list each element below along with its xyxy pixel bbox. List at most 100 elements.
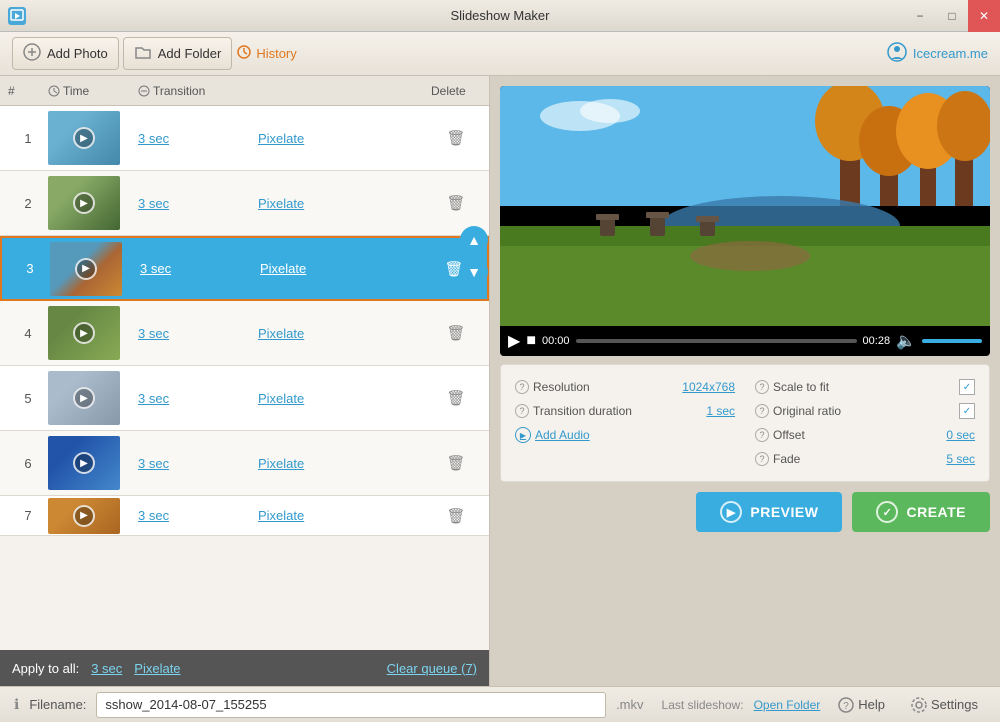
add-photo-button[interactable]: Add Photo <box>12 37 119 70</box>
time-link[interactable]: 3 sec <box>138 456 258 471</box>
clear-queue-button[interactable]: Clear queue (7) <box>387 661 477 676</box>
slide-row[interactable]: 4 ▶ 3 sec Pixelate 🗑 <box>0 301 489 366</box>
slide-thumbnail[interactable]: ▶ <box>48 371 120 425</box>
scroll-up-button[interactable]: ▲ <box>460 226 488 254</box>
app-icon <box>8 7 26 25</box>
delete-button[interactable]: 🗑 <box>431 507 481 525</box>
play-button[interactable]: ▶ <box>508 331 520 351</box>
apply-all-time[interactable]: 3 sec <box>91 661 122 676</box>
delete-button[interactable]: 🗑 <box>431 194 481 212</box>
offset-value[interactable]: 0 sec <box>946 428 975 442</box>
time-link[interactable]: 3 sec <box>138 391 258 406</box>
scale-to-fit-checkbox[interactable]: ✓ <box>959 379 975 395</box>
preview-button[interactable]: ▶ PREVIEW <box>696 492 842 532</box>
transition-link[interactable]: Pixelate <box>258 196 431 211</box>
volume-bar[interactable] <box>922 339 982 343</box>
history-icon <box>236 44 252 63</box>
offset-help-icon[interactable]: ? <box>755 428 769 442</box>
stop-button[interactable]: ■ <box>526 332 536 350</box>
settings-label: Settings <box>931 697 978 712</box>
slide-row[interactable]: 2 ▶ 3 sec Pixelate 🗑 <box>0 171 489 236</box>
minimize-button[interactable]: − <box>904 0 936 32</box>
slide-list-body[interactable]: 1 ▶ 3 sec Pixelate 🗑 2 ▶ 3 sec Pixelate … <box>0 106 489 650</box>
slide-thumbnail[interactable]: ▶ <box>48 498 120 534</box>
help-button[interactable]: ? Help <box>830 694 893 716</box>
slide-row[interactable]: 5 ▶ 3 sec Pixelate 🗑 <box>0 366 489 431</box>
video-preview: ▶ ■ 00:00 00:28 🔈 <box>500 86 990 356</box>
transition-link[interactable]: Pixelate <box>258 456 431 471</box>
play-icon: ▶ <box>73 387 95 409</box>
slide-num: 6 <box>8 456 48 471</box>
original-ratio-setting: ? Original ratio ✓ <box>755 399 975 423</box>
transition-link[interactable]: Pixelate <box>260 261 429 276</box>
progress-bar[interactable] <box>576 339 857 343</box>
slide-thumbnail[interactable]: ▶ <box>50 242 122 296</box>
close-button[interactable]: ✕ <box>968 0 1000 32</box>
slide-thumbnail[interactable]: ▶ <box>48 176 120 230</box>
window-controls: − □ ✕ <box>904 0 1000 32</box>
transition-duration-help-icon[interactable]: ? <box>515 404 529 418</box>
fade-help-icon[interactable]: ? <box>755 452 769 466</box>
transition-link[interactable]: Pixelate <box>258 326 431 341</box>
resolution-label: Resolution <box>533 380 590 394</box>
transition-duration-value[interactable]: 1 sec <box>706 404 735 418</box>
apply-all-transition[interactable]: Pixelate <box>134 661 180 676</box>
resolution-setting: ? Resolution 1024x768 <box>515 375 735 399</box>
time-link[interactable]: 3 sec <box>138 131 258 146</box>
volume-button[interactable]: 🔈 <box>896 331 916 351</box>
time-link[interactable]: 3 sec <box>138 196 258 211</box>
resolution-value[interactable]: 1024x768 <box>682 380 735 394</box>
add-folder-label: Add Folder <box>158 46 222 61</box>
slide-thumbnail[interactable]: ▶ <box>48 436 120 490</box>
play-icon: ▶ <box>73 505 95 527</box>
toolbar: Add Photo Add Folder History Icecream.me <box>0 32 1000 76</box>
add-audio-setting: ▶ Add Audio <box>515 423 735 447</box>
slide-row-selected[interactable]: 3 ▶ 3 sec Pixelate 🗑 <box>0 236 489 301</box>
original-ratio-help-icon[interactable]: ? <box>755 404 769 418</box>
slide-thumbnail[interactable]: ▶ <box>48 306 120 360</box>
preview-label: PREVIEW <box>750 504 818 520</box>
scroll-down-button[interactable]: ▼ <box>460 258 488 286</box>
original-ratio-label: Original ratio <box>773 404 841 418</box>
fade-value[interactable]: 5 sec <box>946 452 975 466</box>
add-folder-button[interactable]: Add Folder <box>123 37 233 70</box>
total-time: 00:28 <box>863 335 891 347</box>
settings-panel: ? Resolution 1024x768 ? Transition durat… <box>500 364 990 482</box>
slide-row[interactable]: 1 ▶ 3 sec Pixelate 🗑 <box>0 106 489 171</box>
time-link[interactable]: 3 sec <box>138 326 258 341</box>
offset-setting: ? Offset 0 sec <box>755 423 975 447</box>
history-button[interactable]: History <box>236 44 296 63</box>
delete-button[interactable]: 🗑 <box>431 324 481 342</box>
scroll-arrows: ▲ ▼ <box>460 226 488 286</box>
create-label: CREATE <box>906 504 966 520</box>
delete-button[interactable]: 🗑 <box>431 129 481 147</box>
transition-link[interactable]: Pixelate <box>258 131 431 146</box>
col-delete: Delete <box>431 84 481 98</box>
scale-label: Scale to fit <box>773 380 829 394</box>
time-link[interactable]: 3 sec <box>140 261 260 276</box>
slide-row[interactable]: 6 ▶ 3 sec Pixelate 🗑 <box>0 431 489 496</box>
original-ratio-checkbox[interactable]: ✓ <box>959 403 975 419</box>
icecream-label: Icecream.me <box>913 46 988 61</box>
scale-help-icon[interactable]: ? <box>755 380 769 394</box>
create-button[interactable]: ✓ CREATE <box>852 492 990 532</box>
icecream-button[interactable]: Icecream.me <box>887 42 988 65</box>
slide-num: 7 <box>8 508 48 523</box>
slide-row[interactable]: 7 ▶ 3 sec Pixelate 🗑 <box>0 496 489 536</box>
play-icon: ▶ <box>73 322 95 344</box>
add-audio-button[interactable]: ▶ Add Audio <box>515 427 590 443</box>
slide-thumbnail[interactable]: ▶ <box>48 111 120 165</box>
delete-button[interactable]: 🗑 <box>431 454 481 472</box>
transition-link[interactable]: Pixelate <box>258 508 431 523</box>
open-folder-link[interactable]: Open Folder <box>754 698 821 712</box>
transition-link[interactable]: Pixelate <box>258 391 431 406</box>
filename-input[interactable] <box>96 692 606 718</box>
delete-button[interactable]: 🗑 <box>431 389 481 407</box>
resolution-help-icon[interactable]: ? <box>515 380 529 394</box>
maximize-button[interactable]: □ <box>936 0 968 32</box>
video-controls: ▶ ■ 00:00 00:28 🔈 <box>500 326 990 356</box>
settings-button[interactable]: Settings <box>903 694 986 716</box>
apply-all-label: Apply to all: <box>12 661 79 676</box>
svg-text:?: ? <box>843 701 849 712</box>
time-link[interactable]: 3 sec <box>138 508 258 523</box>
